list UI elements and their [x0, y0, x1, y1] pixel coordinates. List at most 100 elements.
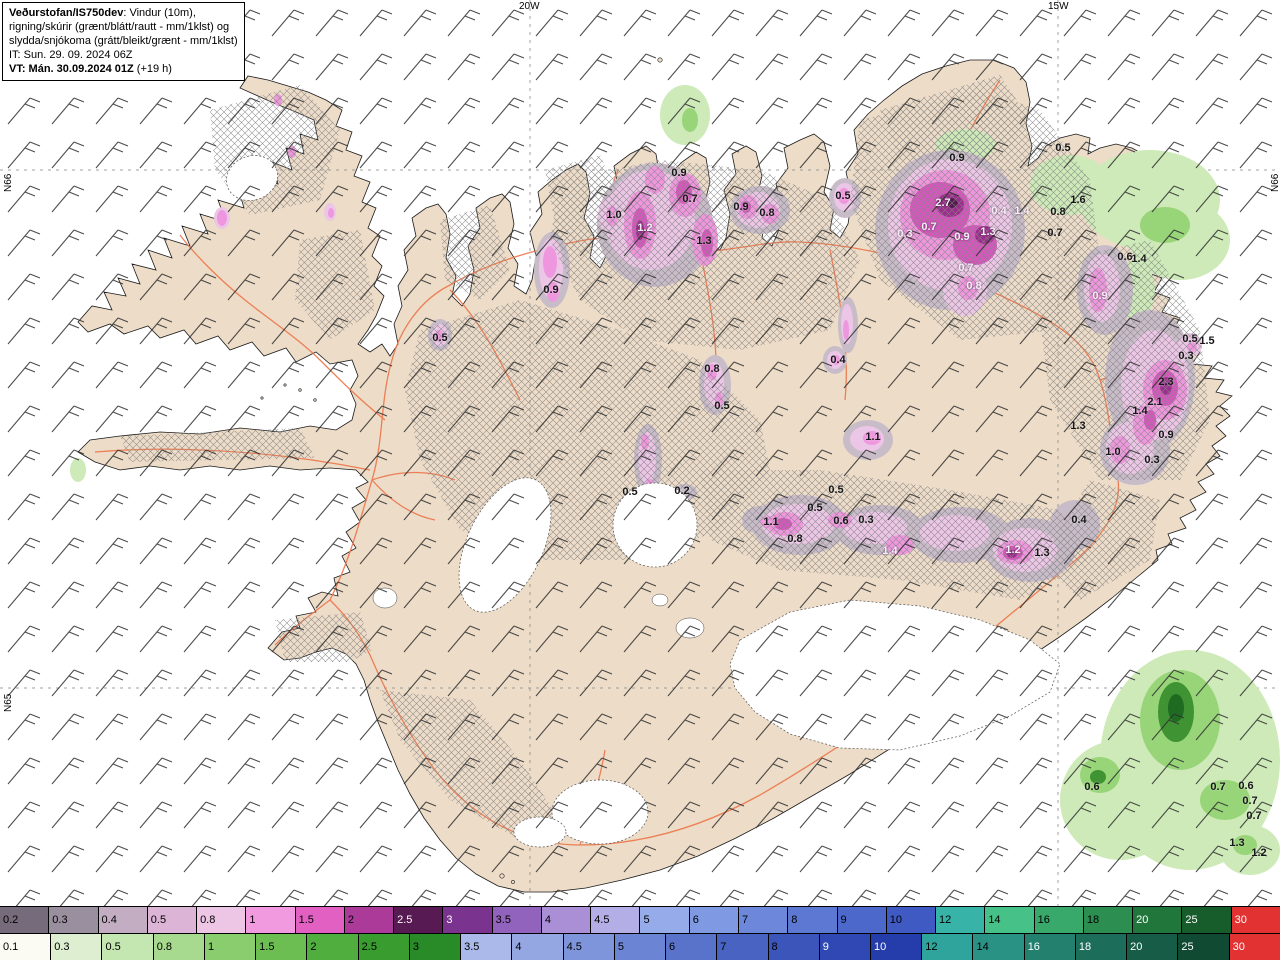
colorbar-segment: 2: [307, 934, 359, 960]
precip-value-label: 1.2: [637, 222, 653, 234]
precip-value-label: 0.9: [1158, 429, 1174, 441]
precip-value-label: 0.5: [807, 502, 823, 514]
colorbar-segment: 0.3: [49, 907, 99, 933]
colorbar-segment: 3.5: [492, 907, 542, 933]
colorbar-rain: 0.1 0.3 0.5 0.8 1 1.5 2 2.5 3 3.5 4 4.5 5 6 7 8 9 10 12 14 1…: [0, 933, 1280, 960]
precip-value-label: 0.5: [622, 486, 638, 498]
precip-value-label: 0.7: [958, 262, 974, 274]
precip-value-label: 0.8: [704, 363, 720, 375]
colorbar-segment: 25: [1182, 907, 1232, 933]
colorbar-segment: 0.1: [0, 934, 52, 960]
precip-value-label: 0.8: [759, 207, 775, 219]
colorbar-segment: 7: [738, 907, 789, 933]
precip-value-label: 0.3: [1144, 454, 1160, 466]
precip-value-label: 2.3: [1158, 376, 1174, 388]
colorbar-segment: 0.8: [153, 934, 205, 960]
title-line-2: rigning/skúrir (grænt/blátt/rautt - mm/1…: [9, 21, 230, 34]
latitude-label-n66-right: N66: [1270, 173, 1280, 192]
precip-value-label: 0.8: [966, 280, 982, 292]
colorbar-segment: 30: [1231, 907, 1280, 933]
precip-value-label: 1.4: [1131, 253, 1147, 265]
colorbar-segment: 1: [246, 907, 296, 933]
precip-value-label: 0.5: [1182, 333, 1198, 345]
colorbar-segment: 10: [870, 934, 923, 960]
colorbar-segment: 5: [614, 934, 667, 960]
precip-value-label: 0.5: [1055, 142, 1071, 154]
precip-value-label: 0.9: [949, 152, 965, 164]
precip-value-label: 1.3: [696, 235, 712, 247]
colorbar-segment: 1.5: [295, 907, 345, 933]
precip-value-label: 0.9: [733, 201, 749, 213]
precip-value-label: 1.4: [882, 545, 898, 557]
precip-value-label: 1.2: [1251, 847, 1267, 859]
colorbar-segment: 3: [409, 934, 462, 960]
colorbar-segment: 12: [922, 934, 974, 960]
colorbar-segment: 2: [344, 907, 395, 933]
precip-value-label: 0.6: [1084, 781, 1100, 793]
precip-value-label: 1.5: [1199, 335, 1215, 347]
precip-value-label: 0.6: [833, 515, 849, 527]
precip-value-label: 0.9: [543, 284, 559, 296]
colorbar-segment: 8: [788, 907, 838, 933]
precip-value-label: 0.6: [1117, 251, 1133, 263]
colorbar-segment: 18: [1083, 907, 1134, 933]
wind-barbs-layer: [0, 0, 1280, 906]
title-box: Veðurstofan/IS750dev: Vindur (10m), rign…: [2, 2, 245, 82]
colorbar-segment: 3: [443, 907, 493, 933]
precip-value-label: 0.7: [1047, 227, 1063, 239]
longitude-label-20w: 20W: [519, 1, 540, 12]
colorbar-segment: 8: [768, 934, 820, 960]
precip-value-label: 0.7: [921, 221, 937, 233]
colorbar-segment: 9: [819, 934, 871, 960]
precip-value-label: 1.1: [865, 431, 881, 443]
colorbar-segment: 14: [985, 907, 1035, 933]
colorbar-segment: 3.5: [461, 934, 513, 960]
precip-value-label: 0.8: [1050, 206, 1066, 218]
precip-value-label: 0.4: [991, 205, 1007, 217]
colorbar-segment: 14: [973, 934, 1025, 960]
precip-value-label: 1.4: [1014, 205, 1030, 217]
precip-value-label: 0.5: [432, 332, 448, 344]
longitude-label-15w: 15W: [1048, 1, 1069, 12]
colorbar-segment: 12: [936, 907, 986, 933]
precip-value-label: 0.5: [835, 190, 851, 202]
colorbar-segment: 16: [1024, 934, 1076, 960]
colorbar-segment: 7: [717, 934, 769, 960]
precip-value-label: 0.5: [714, 400, 730, 412]
colorbar-segment: 4: [541, 907, 592, 933]
colorbar-segment: 30: [1229, 934, 1280, 960]
precip-value-label: 0.5: [828, 484, 844, 496]
colorbar-segment: 0.2: [0, 907, 50, 933]
colorbar-segment: 5: [640, 907, 690, 933]
precip-value-label: 1.3: [1070, 420, 1086, 432]
colorbar-segment: 4: [512, 934, 564, 960]
valid-time: VT: Mán. 30.09.2024 01Z (+19 h): [9, 63, 172, 76]
precip-value-label: 0.3: [897, 228, 913, 240]
colorbar-segment: 25: [1178, 934, 1230, 960]
colorbar-segment: 10: [886, 907, 937, 933]
precip-value-label: 0.4: [1071, 514, 1087, 526]
precip-value-label: 0.9: [671, 167, 687, 179]
init-time: IT: Sun. 29. 09. 2024 06Z: [9, 49, 133, 62]
title-line-3: slydda/snjókoma (grátt/bleikt/grænt - mm…: [9, 35, 238, 48]
precip-value-label: 0.9: [954, 231, 970, 243]
precip-value-label: 0.6: [1238, 780, 1254, 792]
precip-value-label: 1.3: [1229, 837, 1245, 849]
precip-value-label: 1.6: [1070, 194, 1086, 206]
precip-value-label: 0.7: [682, 193, 698, 205]
colorbar-segment: 0.5: [147, 907, 198, 933]
precip-value-label: 0.9: [1092, 290, 1108, 302]
precip-value-label: 0.7: [1242, 795, 1258, 807]
precip-value-label: 0.3: [1178, 350, 1194, 362]
colorbar-segment: 0.3: [51, 934, 103, 960]
title-line-1: Veðurstofan/IS750dev: Vindur (10m),: [9, 7, 196, 19]
precip-value-label: 0.7: [1210, 781, 1226, 793]
precip-value-label: 1.0: [1105, 446, 1121, 458]
colorbar-segment: 0.4: [98, 907, 148, 933]
latitude-label-n66-left: N66: [3, 173, 14, 192]
colorbar-segment: 9: [837, 907, 887, 933]
precip-value-label: 0.2: [674, 485, 690, 497]
colorbar-segment: 20: [1127, 934, 1179, 960]
colorbar-segment: 2.5: [394, 907, 444, 933]
colorbar-segment: 6: [689, 907, 739, 933]
